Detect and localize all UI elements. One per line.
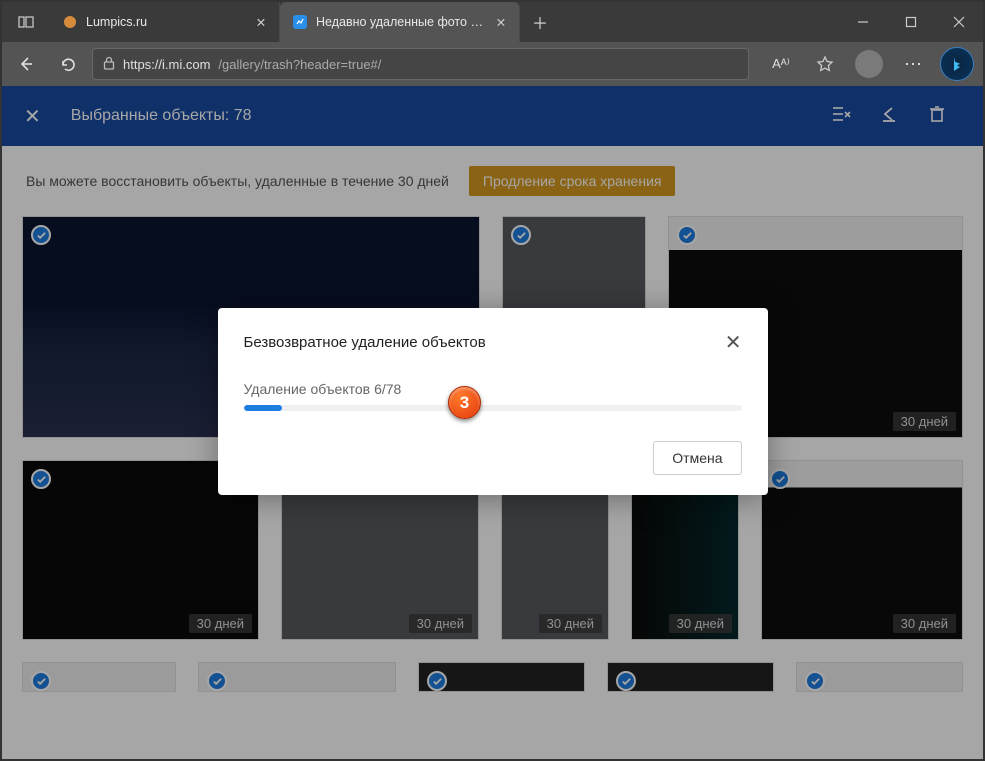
cancel-button[interactable]: Отмена [653,441,741,475]
notice-text: Вы можете восстановить объекты, удаленны… [26,173,449,189]
navbar: https://i.mi.com/gallery/trash?header=tr… [2,42,983,86]
modal-status-count: 6/78 [374,381,401,397]
restore-icon[interactable] [865,104,913,129]
days-badge: 30 дней [539,614,602,633]
profile-icon[interactable] [849,46,889,82]
check-icon[interactable] [31,225,51,245]
delete-icon[interactable] [913,104,961,129]
close-icon[interactable]: ✕ [253,15,269,30]
more-icon[interactable]: ⋯ [893,46,933,82]
thumbnail[interactable] [796,662,963,692]
thumbnail[interactable] [22,662,176,692]
page-content: ✕ Выбранные объекты: 78 Вы можете восста… [2,86,983,759]
tab-label: Lumpics.ru [86,15,245,29]
thumbnail[interactable] [418,662,585,692]
modal-status-text: Удаление объектов [244,381,371,397]
read-aloud-icon[interactable]: Aᴬ⁾ [761,46,801,82]
url-path: /gallery/trash?header=true#/ [218,57,381,72]
thumbnail[interactable] [198,662,396,692]
selection-header: ✕ Выбранные объекты: 78 [2,86,983,146]
titlebar: Lumpics.ru ✕ Недавно удаленные фото и ви… [2,2,983,42]
progress-fill [244,405,282,411]
thumbnail[interactable] [607,662,774,692]
new-tab-button[interactable]: ＋ [520,2,560,42]
tab-mi-gallery[interactable]: Недавно удаленные фото и ви… ✕ [280,2,520,42]
lock-icon [103,56,115,73]
extend-storage-button[interactable]: Продление срока хранения [469,166,676,196]
refresh-button[interactable] [50,46,86,82]
app-icon[interactable] [2,2,50,42]
url-bar[interactable]: https://i.mi.com/gallery/trash?header=tr… [92,48,749,80]
minimize-button[interactable] [839,2,887,42]
retention-notice: Вы можете восстановить объекты, удаленны… [2,146,983,216]
days-badge: 30 дней [893,614,956,633]
days-badge: 30 дней [669,614,732,633]
days-badge: 30 дней [189,614,252,633]
window-controls [839,2,983,42]
check-icon[interactable] [616,671,636,691]
annotation-badge: 3 [448,386,481,419]
close-icon[interactable]: ✕ [493,15,509,30]
remove-selection-icon[interactable] [817,104,865,129]
days-badge: 30 дней [893,412,956,431]
tab-lumpics[interactable]: Lumpics.ru ✕ [50,2,280,42]
url-host: https://i.mi.com [123,57,210,72]
check-icon[interactable] [805,671,825,691]
tab-label: Недавно удаленные фото и ви… [316,15,485,29]
tab-stack-icon [18,15,34,29]
thumbnail[interactable]: 30 дней [761,460,963,640]
check-icon[interactable] [677,225,697,245]
back-button[interactable] [8,46,44,82]
bing-chat-icon[interactable] [937,46,977,82]
selection-count: Выбранные объекты: 78 [71,107,252,125]
close-icon[interactable]: ✕ [725,330,742,355]
favicon-lumpics [62,14,78,30]
delete-progress-modal: Безвозвратное удаление объектов ✕ Удален… [218,308,768,495]
close-window-button[interactable] [935,2,983,42]
maximize-button[interactable] [887,2,935,42]
favicon-mi [292,14,308,30]
check-icon[interactable] [770,469,790,489]
browser-chrome: Lumpics.ru ✕ Недавно удаленные фото и ви… [2,2,983,86]
deselect-button[interactable]: ✕ [24,104,41,129]
favorite-icon[interactable] [805,46,845,82]
check-icon[interactable] [511,225,531,245]
check-icon[interactable] [427,671,447,691]
check-icon[interactable] [31,469,51,489]
check-icon[interactable] [31,671,51,691]
days-badge: 30 дней [409,614,472,633]
modal-title: Безвозвратное удаление объектов [244,334,725,351]
progress-bar [244,405,742,411]
check-icon[interactable] [207,671,227,691]
